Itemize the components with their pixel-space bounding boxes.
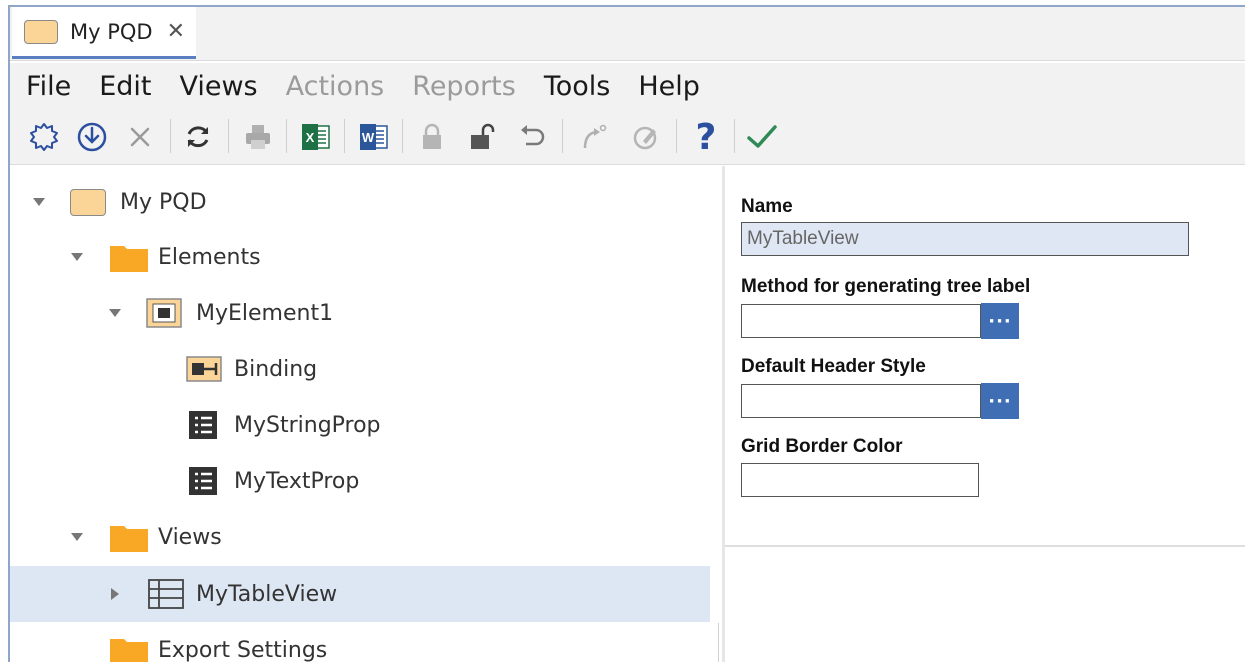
undo-icon[interactable] <box>512 117 552 157</box>
toolbar: X W ? <box>10 109 1245 165</box>
excel-icon[interactable]: X <box>296 117 336 157</box>
menu-file[interactable]: File <box>26 71 71 102</box>
tree-node-label: Views <box>158 524 222 550</box>
expanded-arrow-icon[interactable] <box>70 530 84 544</box>
unlock-icon[interactable] <box>462 117 502 157</box>
properties-divider <box>725 545 1245 547</box>
header-style-field[interactable] <box>741 384 981 418</box>
tree-node-string-prop[interactable]: MyStringProp <box>10 397 710 453</box>
tree-node-elements[interactable]: Elements <box>10 229 710 285</box>
header-style-ellipsis-button[interactable]: ··· <box>981 383 1019 419</box>
menu-actions[interactable]: Actions <box>286 71 385 102</box>
menu-bar: File Edit Views Actions Reports Tools He… <box>10 63 1245 109</box>
folder-icon <box>110 635 148 662</box>
tab-strip: My PQD ✕ <box>10 7 1245 61</box>
tree-node-table-view[interactable]: MyTableView <box>10 566 710 622</box>
edit-badge-icon[interactable] <box>626 117 666 157</box>
header-style-label: Default Header Style <box>741 356 926 377</box>
name-label: Name <box>741 196 793 217</box>
tree-node-root[interactable]: My PQD <box>10 174 710 230</box>
tree-node-label: My PQD <box>120 189 207 215</box>
menu-edit[interactable]: Edit <box>99 71 151 102</box>
new-icon[interactable] <box>24 117 64 157</box>
tree-node-label: MyTextProp <box>234 468 360 494</box>
tree-node-label: Export Settings <box>158 637 328 662</box>
folder-icon <box>110 242 148 272</box>
tree-node-element1[interactable]: MyElement1 <box>10 285 710 341</box>
refresh-icon[interactable] <box>178 117 218 157</box>
tree-node-label: MyElement1 <box>196 300 334 326</box>
svg-text:X: X <box>306 130 315 145</box>
document-tab[interactable]: My PQD ✕ <box>12 7 196 59</box>
table-view-icon <box>148 579 184 609</box>
tree-scroll-line <box>718 623 719 662</box>
tree-node-views[interactable]: Views <box>10 509 710 565</box>
tree-node-text-prop[interactable]: MyTextProp <box>10 453 710 509</box>
tree-label-method-ellipsis-button[interactable]: ··· <box>981 303 1019 339</box>
name-field[interactable]: MyTableView <box>741 222 1189 256</box>
folder-icon <box>110 522 148 552</box>
redo-icon[interactable] <box>572 117 612 157</box>
menu-reports[interactable]: Reports <box>412 71 516 102</box>
properties-panel: Name MyTableView Method for generating t… <box>725 166 1245 662</box>
binding-icon <box>186 354 224 384</box>
collapsed-arrow-icon[interactable] <box>108 587 122 601</box>
lock-icon[interactable] <box>412 117 452 157</box>
word-icon[interactable]: W <box>354 117 394 157</box>
svg-text:W: W <box>362 130 375 145</box>
menu-views[interactable]: Views <box>179 71 257 102</box>
grid-border-color-label: Grid Border Color <box>741 436 903 457</box>
tree-node-label: MyTableView <box>196 581 338 607</box>
tree-node-label: Binding <box>234 356 318 382</box>
expanded-arrow-icon[interactable] <box>32 195 46 209</box>
tree-label-method-field[interactable] <box>741 304 981 338</box>
tree-node-label: Elements <box>158 244 261 270</box>
document-tab-label: My PQD <box>70 19 153 44</box>
element-icon <box>146 298 182 328</box>
pqd-document-icon <box>70 188 106 216</box>
print-icon[interactable] <box>238 117 278 157</box>
property-list-icon <box>188 466 218 496</box>
tree-panel: My PQD Elements MyElement1 Binding MyStr… <box>10 166 722 662</box>
close-icon[interactable]: ✕ <box>167 19 185 44</box>
app-window: My PQD ✕ File Edit Views Actions Reports… <box>8 5 1245 662</box>
tree-node-export-settings[interactable]: Export Settings <box>10 622 710 662</box>
pqd-document-icon <box>24 19 58 44</box>
grid-border-color-field[interactable] <box>741 463 979 497</box>
expanded-arrow-icon[interactable] <box>70 250 84 264</box>
property-list-icon <box>188 410 218 440</box>
menu-help[interactable]: Help <box>638 71 700 102</box>
download-icon[interactable] <box>72 117 112 157</box>
tree-node-label: MyStringProp <box>234 412 381 438</box>
tree-label-method-label: Method for generating tree label <box>741 276 1031 297</box>
help-icon[interactable]: ? <box>686 117 726 158</box>
delete-icon[interactable] <box>120 117 160 157</box>
expanded-arrow-icon[interactable] <box>108 306 122 320</box>
check-icon[interactable] <box>742 117 782 157</box>
menu-tools[interactable]: Tools <box>544 71 611 102</box>
tree-node-binding[interactable]: Binding <box>10 341 710 397</box>
